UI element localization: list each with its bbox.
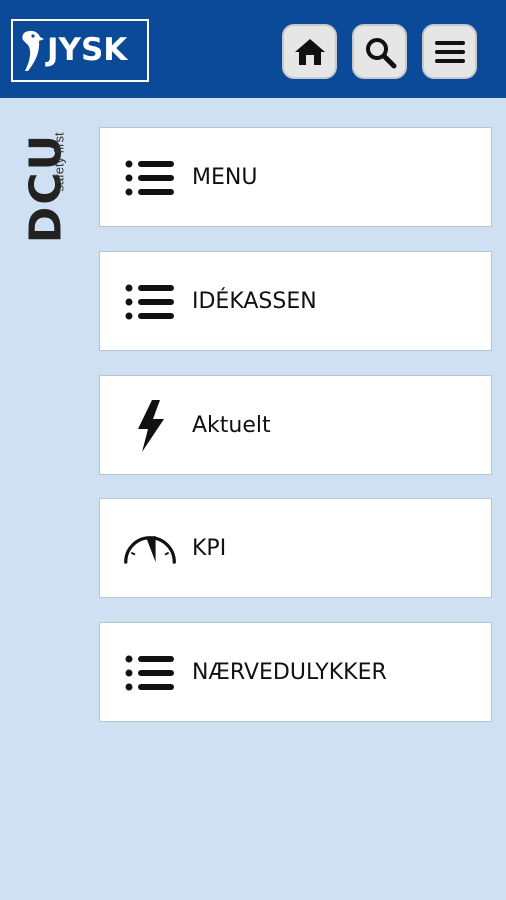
jysk-logo[interactable]: JYSK	[11, 19, 149, 82]
home-button[interactable]	[282, 24, 337, 79]
tile-label: MENU	[192, 164, 258, 190]
list-icon	[122, 278, 178, 326]
logo-text: JYSK	[47, 32, 128, 68]
top-bar: JYSK	[0, 0, 506, 98]
lightning-bolt-icon	[122, 400, 178, 452]
search-button[interactable]	[352, 24, 407, 79]
tile-label: KPI	[192, 535, 227, 561]
list-icon	[122, 154, 178, 202]
home-icon	[294, 38, 325, 65]
dcu-brand: DCU safety first	[18, 125, 88, 275]
dcu-tagline: safety first	[51, 132, 67, 192]
hamburger-menu-button[interactable]	[422, 24, 477, 79]
tile-label: Aktuelt	[192, 412, 271, 438]
search-icon	[365, 37, 396, 68]
tile-idekassen[interactable]: IDÉKASSEN	[99, 251, 492, 351]
tile-label: IDÉKASSEN	[192, 288, 317, 314]
tile-menu[interactable]: MENU	[99, 127, 492, 227]
tile-naervedulykker[interactable]: NÆRVEDULYKKER	[99, 622, 492, 722]
gauge-icon	[122, 525, 178, 573]
hamburger-menu-icon	[434, 40, 465, 63]
tile-label: NÆRVEDULYKKER	[192, 659, 387, 685]
tile-kpi[interactable]: KPI	[99, 498, 492, 598]
list-icon	[122, 649, 178, 697]
bird-logo-icon	[22, 30, 44, 71]
tile-aktuelt[interactable]: Aktuelt	[99, 375, 492, 475]
